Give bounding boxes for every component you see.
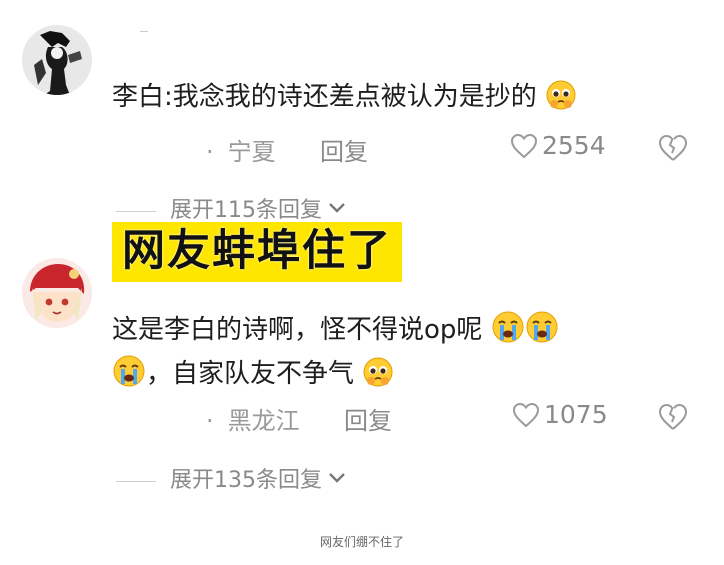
divider [140,31,148,32]
comment-meta: · 宁夏 [206,132,276,167]
expand-replies[interactable]: 展开115条回复 [116,192,346,224]
broken-heart-icon [658,134,688,161]
comment-text-line2: ，自家队友不争气 [112,354,394,399]
comment-meta: · 黑龙江 [206,401,300,436]
comment-section: 李白:我念我的诗还差点被认为是抄的 · 宁夏 回复 2554 展开115条回复 网 [0,0,724,522]
heart-outline-icon [510,133,538,159]
overlay-caption: 网友蚌埠住了 [112,222,402,282]
divider [116,210,156,212]
expand-replies[interactable]: 展开135条回复 [116,462,346,494]
divider [116,480,156,482]
heart-outline-icon [512,402,540,428]
dislike-button[interactable] [658,134,688,166]
reply-button[interactable]: 回复 [320,132,368,167]
separator-dot: · [206,138,214,166]
crying-face-emoji [112,354,146,399]
crying-face-emoji [491,310,525,355]
crying-face-emoji [525,310,559,355]
broken-heart-icon [658,403,688,430]
avatar[interactable] [22,258,92,328]
comment-text: 李白:我念我的诗还差点被认为是抄的 [112,78,577,122]
pleading-face-emoji [362,356,394,399]
separator-dot: · [206,407,214,435]
chevron-down-icon [328,465,346,490]
expand-label: 展开135条回复 [170,468,322,493]
reply-button[interactable]: 回复 [344,401,392,436]
like-count: 1075 [544,400,608,429]
dislike-button[interactable] [658,403,688,435]
chevron-down-icon [328,195,346,220]
region-label: 黑龙江 [227,407,300,435]
image-caption: 网友们绷不住了 [319,535,404,549]
like-button[interactable]: 2554 [510,131,606,160]
pleading-face-emoji [545,79,577,122]
expand-label: 展开115条回复 [170,198,322,223]
comment-text: 这是李白的诗啊，怪不得说op呢 [112,310,559,355]
like-button[interactable]: 1075 [512,400,608,429]
avatar[interactable] [22,25,92,95]
region-label: 宁夏 [227,138,276,166]
like-count: 2554 [542,131,606,160]
